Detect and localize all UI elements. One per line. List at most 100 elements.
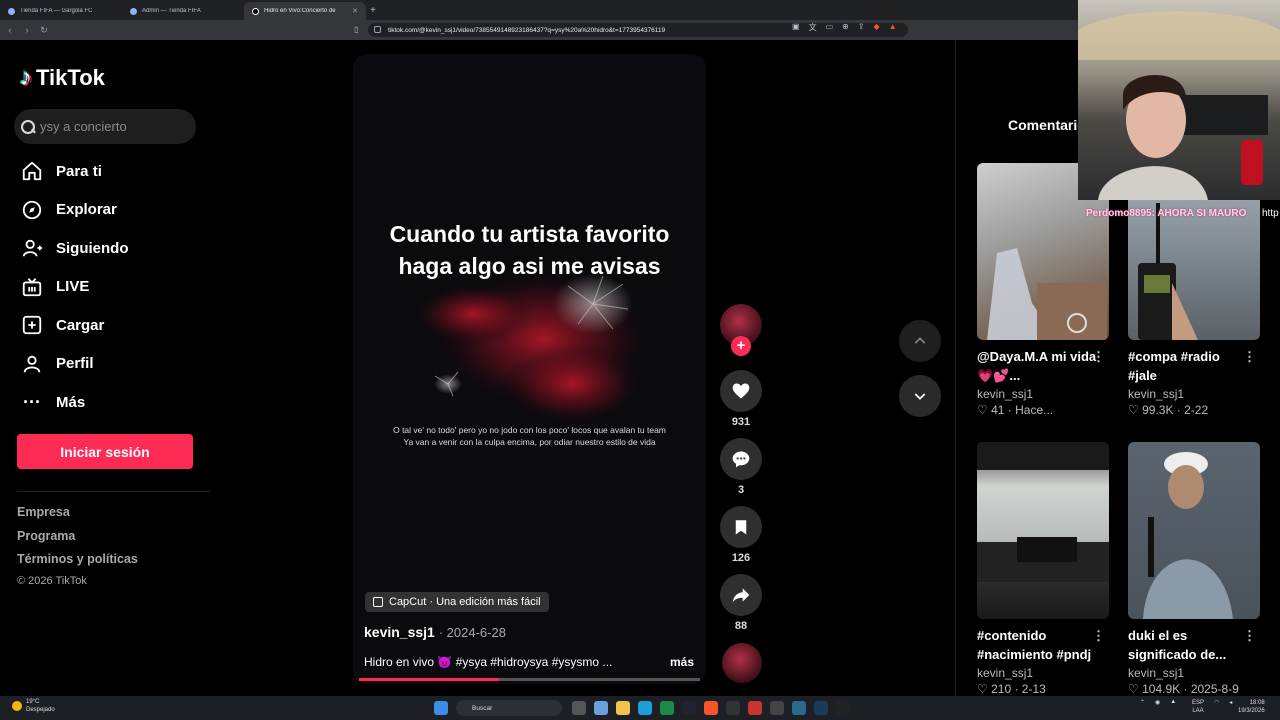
brave-rewards-icon[interactable]: ▲ <box>889 22 897 33</box>
sidebar-item-perfil[interactable]: Perfil <box>20 345 129 384</box>
sidebar-item-mas[interactable]: ··· Más <box>20 383 129 422</box>
game-app-icon[interactable] <box>726 701 740 715</box>
sidebar-item-siguiendo[interactable]: Siguiendo <box>20 229 129 268</box>
browser-tab-active[interactable]: Hidro en Vivo:Concierto de ✕ <box>244 2 366 20</box>
fifa-app-icon[interactable] <box>682 701 696 715</box>
chrome-icon[interactable] <box>660 701 674 715</box>
file-explorer-icon[interactable] <box>616 701 630 715</box>
browser-tab[interactable]: Admin — Tienda FIFA <box>122 2 244 20</box>
video-player[interactable]: Cuando tu artista favorito haga algo asi… <box>353 54 706 684</box>
related-video-card[interactable]: #compa #radio #jale ⋮ kevin_ssj1 ♡ 99.3K… <box>1128 163 1260 417</box>
vpn-icon[interactable] <box>792 701 806 715</box>
brave-icon[interactable] <box>704 701 718 715</box>
card-title[interactable]: #compa #radio #jale <box>1128 347 1248 385</box>
search-input[interactable] <box>40 119 190 134</box>
tray-app-icon[interactable]: ◉ <box>1155 699 1160 706</box>
browser-tab[interactable]: Tienda FIFA — Gargola FC <box>0 2 122 20</box>
language-indicator[interactable]: ESP LAA <box>1192 699 1204 715</box>
tiktok-logo[interactable]: ♪ TikTok <box>20 64 105 92</box>
more-options-icon[interactable]: ⋮ <box>1243 628 1256 644</box>
share-icon[interactable]: ⇪ <box>858 22 865 33</box>
footer-link-terminos[interactable]: Términos y políticas <box>17 552 138 576</box>
sidebar-item-label: Siguiendo <box>56 239 129 257</box>
card-author[interactable]: kevin_ssj1 <box>977 387 1109 401</box>
footer-link-programa[interactable]: Programa <box>17 529 138 553</box>
footer-links: Empresa Programa Términos y políticas <box>17 505 138 576</box>
video-lyrics: O tal ve' no todo' pero yo no jodo con l… <box>353 424 706 448</box>
tray-status-icons: ◠ ◂ <box>1214 699 1232 706</box>
card-title[interactable]: #contenido #nacimiento #pndj <box>977 626 1097 664</box>
sidebar-item-cargar[interactable]: Cargar <box>20 306 129 345</box>
lyrics-line: O tal ve' no todo' pero yo no jodo con l… <box>393 425 666 435</box>
discord-icon[interactable] <box>770 701 784 715</box>
edge-icon[interactable] <box>638 701 652 715</box>
related-video-card[interactable]: duki el es significado de... ⋮ kevin_ssj… <box>1128 442 1260 696</box>
tab-favicon-icon <box>130 7 137 15</box>
sidebar-item-live[interactable]: LIVE <box>20 268 129 307</box>
reload-icon[interactable]: ↻ <box>37 25 51 36</box>
zoom-icon[interactable]: ⊕ <box>842 22 849 33</box>
sidebar-item-explorar[interactable]: Explorar <box>20 191 129 230</box>
next-video-button[interactable] <box>899 375 941 417</box>
taskbar-search[interactable]: Buscar <box>456 700 562 716</box>
steam-icon[interactable] <box>814 701 828 715</box>
card-title[interactable]: duki el es significado de... <box>1128 626 1248 664</box>
card-time: Hace... <box>1015 403 1054 417</box>
tray-app-icon[interactable]: ▲ <box>1170 699 1176 706</box>
search-icon[interactable] <box>20 119 36 135</box>
video-thumbnail[interactable] <box>977 442 1109 619</box>
site-info-icon[interactable] <box>374 26 381 33</box>
related-video-card[interactable]: @Daya.M.A mi vida 💗💕... ⋮ kevin_ssj1 ♡ 4… <box>977 163 1109 417</box>
next-creator-avatar[interactable] <box>722 643 762 683</box>
more-options-icon[interactable]: ⋮ <box>1092 628 1105 644</box>
card-author[interactable]: kevin_ssj1 <box>1128 666 1260 680</box>
video-thumbnail[interactable] <box>1128 442 1260 619</box>
search-bar[interactable] <box>14 109 196 144</box>
extension-icon[interactable]: ▣ <box>792 22 800 33</box>
related-video-card[interactable]: #contenido #nacimiento #pndj ⋮ kevin_ssj… <box>977 442 1109 696</box>
comment-button[interactable] <box>720 438 762 480</box>
footer-link-empresa[interactable]: Empresa <box>17 505 138 529</box>
translate-icon[interactable]: 文 <box>809 22 817 33</box>
tray-chevron-icon[interactable]: ⌃ <box>1140 699 1145 706</box>
brave-shield-icon[interactable]: ◆ <box>874 22 880 33</box>
card-author[interactable]: kevin_ssj1 <box>1128 387 1260 401</box>
card-author[interactable]: kevin_ssj1 <box>977 666 1109 680</box>
share-button[interactable] <box>720 574 762 616</box>
new-tab-button[interactable]: + <box>370 5 376 16</box>
windows-start-icon[interactable] <box>434 701 448 715</box>
follow-button[interactable]: + <box>731 336 751 356</box>
cast-icon[interactable]: ▭ <box>826 22 834 33</box>
forward-icon[interactable]: › <box>20 25 34 35</box>
more-options-icon[interactable]: ⋮ <box>1243 349 1256 365</box>
calendar-app-icon[interactable] <box>748 701 762 715</box>
volume-icon[interactable]: ◂ <box>1229 699 1232 706</box>
video-progress-bar[interactable] <box>359 678 700 681</box>
taskbar-clock[interactable]: 18:08 19/3/2026 <box>1238 699 1265 715</box>
wifi-icon[interactable]: ◠ <box>1214 699 1219 706</box>
lang-bottom: LAA <box>1192 708 1204 714</box>
more-button[interactable]: más <box>670 655 694 669</box>
thumbnail-image <box>977 442 1109 582</box>
creator-avatar[interactable]: + <box>720 304 762 356</box>
post-date: · 2024-6-28 <box>438 625 506 640</box>
weather-widget[interactable]: 19°C Despejado <box>12 698 55 714</box>
login-button[interactable]: Iniciar sesión <box>17 434 193 469</box>
previous-video-button[interactable] <box>899 320 941 362</box>
back-icon[interactable]: ‹ <box>3 25 17 35</box>
sidebar-item-para-ti[interactable]: Para ti <box>20 152 129 191</box>
close-tab-icon[interactable]: ✕ <box>352 7 358 15</box>
clock-date: 19/3/2026 <box>1238 708 1265 714</box>
more-options-icon[interactable]: ⋮ <box>1092 349 1105 365</box>
copilot-icon[interactable] <box>594 701 608 715</box>
save-button[interactable] <box>720 506 762 548</box>
overlay-line: haga algo asi me avisas <box>398 253 661 279</box>
obs-icon[interactable] <box>836 701 850 715</box>
bookmark-icon[interactable]: ▯ <box>354 25 358 34</box>
author-name[interactable]: kevin_ssj1 <box>364 624 435 640</box>
task-view-icon[interactable] <box>572 701 586 715</box>
lyrics-line: Ya van a venir con la culpa encima, por … <box>403 437 656 447</box>
card-title[interactable]: @Daya.M.A mi vida 💗💕... <box>977 347 1097 385</box>
capcut-badge[interactable]: CapCut · Una edición más fácil <box>365 592 549 612</box>
like-button[interactable] <box>720 370 762 412</box>
